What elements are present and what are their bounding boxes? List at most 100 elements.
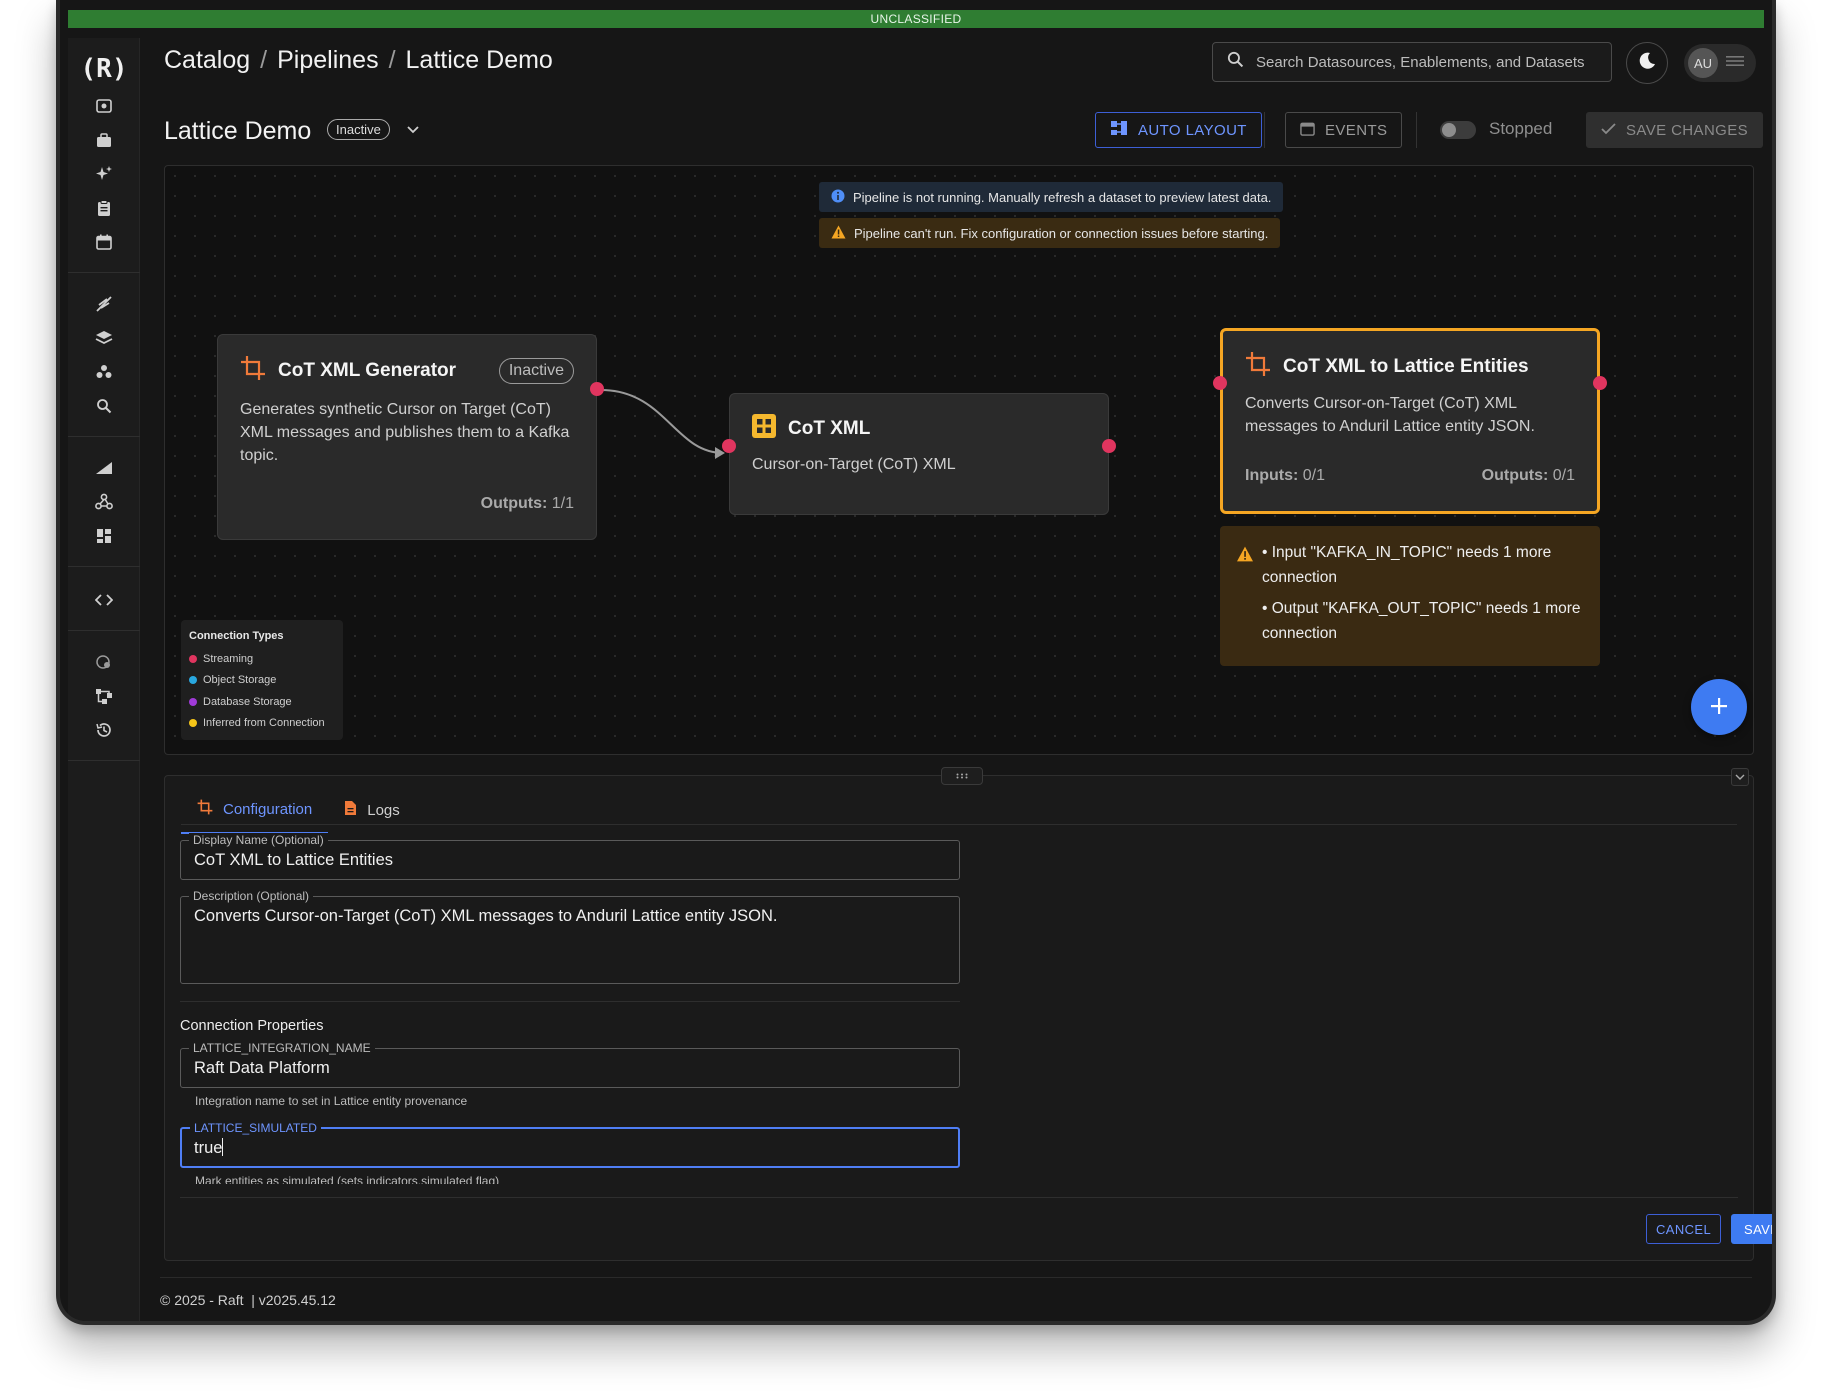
node-description: Cursor-on-Target (CoT) XML	[752, 456, 956, 473]
description-field[interactable]: Description (Optional) Converts Cursor-o…	[180, 889, 960, 984]
form-actions-divider	[180, 1197, 1738, 1198]
lattice-simulated-field[interactable]: LATTICE_SIMULATED true	[180, 1121, 960, 1168]
add-node-button[interactable]	[1691, 679, 1747, 735]
breadcrumb-separator: /	[388, 46, 396, 74]
field-value-wrapper[interactable]: true	[194, 1138, 224, 1158]
field-value: true	[194, 1139, 223, 1157]
document-icon	[344, 800, 357, 820]
node-outputs: Outputs: 0/1	[1482, 467, 1575, 485]
input-port[interactable]	[1213, 376, 1227, 390]
plus-icon	[1709, 690, 1729, 724]
hint-clip: Mark entities as simulated (sets indicat…	[180, 1172, 960, 1184]
auto-layout-button[interactable]: AUTO LAYOUT	[1095, 112, 1262, 148]
events-button[interactable]: EVENTS	[1285, 112, 1403, 148]
pipeline-run-toggle[interactable]	[1440, 121, 1476, 139]
app-window: UNCLASSIFIED (R) Catalog / Pipelines / L…	[56, 0, 1776, 1325]
sidebar-divider	[68, 436, 140, 437]
users-icon[interactable]	[92, 360, 116, 384]
node-cot-xml-dataset[interactable]: CoT XML Cursor-on-Target (CoT) XML	[722, 393, 1116, 515]
briefcase-icon[interactable]	[92, 128, 116, 152]
field-value[interactable]: Raft Data Platform	[194, 1059, 330, 1078]
app-logo[interactable]: (R)	[68, 54, 140, 84]
save-changes-button[interactable]: SAVE CHANGES	[1586, 112, 1764, 148]
output-port[interactable]	[590, 382, 604, 396]
clipboard-icon[interactable]	[92, 196, 116, 220]
pipeline-canvas[interactable]: Pipeline is not running. Manually refres…	[164, 165, 1754, 755]
warning-item: • Input "KAFKA_IN_TOPIC" needs 1 more co…	[1262, 544, 1552, 586]
calendar-icon	[1300, 121, 1315, 140]
sidebar-divider	[68, 566, 140, 567]
tabs-divider	[181, 824, 1737, 825]
save-changes-label: SAVE CHANGES	[1626, 121, 1749, 139]
menu-icon	[1726, 54, 1744, 72]
code-icon[interactable]	[92, 588, 116, 612]
warning-item: • Output "KAFKA_OUT_TOPIC" needs 1 more …	[1262, 600, 1581, 642]
auto-layout-label: AUTO LAYOUT	[1138, 121, 1247, 139]
tab-label: Configuration	[223, 800, 313, 818]
layers-icon[interactable]	[92, 326, 116, 350]
signal-icon[interactable]	[92, 456, 116, 480]
sidebar-divider	[68, 760, 140, 761]
display-name-field[interactable]: Display Name (Optional) CoT XML to Latti…	[180, 833, 960, 880]
form-divider	[180, 1001, 960, 1002]
legend-label: Object Storage	[203, 674, 277, 687]
breadcrumb-pipelines[interactable]: Pipelines	[277, 46, 378, 75]
output-port[interactable]	[1102, 439, 1116, 453]
toolbar-divider	[1264, 112, 1265, 148]
node-cot-xml-to-lattice[interactable]: CoT XML to Lattice Entities Converts Cur…	[1213, 328, 1607, 514]
collapse-panel-button[interactable]	[1731, 768, 1749, 786]
node-outputs: Outputs: 1/1	[481, 495, 574, 513]
legend-label: Streaming	[203, 652, 254, 665]
text-caret	[222, 1138, 224, 1156]
toolbar-divider	[1416, 112, 1417, 148]
user-menu[interactable]: AU	[1684, 44, 1756, 82]
field-hint: Integration name to set in Lattice entit…	[195, 1094, 468, 1108]
sparkles-icon[interactable]	[92, 162, 116, 186]
grid-icon[interactable]	[92, 524, 116, 548]
feather-icon[interactable]	[92, 292, 116, 316]
field-label: Description (Optional)	[189, 889, 314, 903]
inputs-value: 0/1	[1302, 467, 1326, 484]
crop-transform-icon	[240, 355, 266, 386]
footer-text: © 2025 - Raft | v2025.45.12	[160, 1292, 336, 1308]
input-port[interactable]	[722, 439, 736, 453]
webhook-icon[interactable]	[92, 490, 116, 514]
inputs-label: Inputs:	[1245, 467, 1299, 484]
outputs-value: 1/1	[551, 495, 574, 512]
cancel-button[interactable]: CANCEL	[1646, 1214, 1722, 1244]
search-icon[interactable]	[92, 394, 116, 418]
node-warning-box: • Input "KAFKA_IN_TOPIC" needs 1 more co…	[1220, 526, 1600, 666]
tab-configuration[interactable]: Configuration	[181, 786, 329, 834]
resize-handle[interactable]	[941, 767, 983, 785]
global-search[interactable]	[1212, 42, 1612, 82]
output-port[interactable]	[1593, 376, 1607, 390]
shield-icon[interactable]	[92, 650, 116, 674]
node-cot-xml-generator[interactable]: CoT XML Generator Inactive Generates syn…	[217, 334, 604, 540]
field-value[interactable]: CoT XML to Lattice Entities	[194, 851, 393, 870]
field-value[interactable]: Converts Cursor-on-Target (CoT) XML mess…	[194, 907, 778, 926]
auto-layout-icon	[1110, 119, 1128, 141]
history-icon[interactable]	[92, 718, 116, 742]
legend-dot	[189, 654, 197, 663]
save-button[interactable]: SAVE	[1731, 1214, 1772, 1244]
warning-icon	[1236, 545, 1254, 570]
tab-label: Logs	[367, 801, 400, 819]
legend-dot	[189, 676, 197, 685]
hierarchy-icon[interactable]	[92, 684, 116, 708]
calendar-icon[interactable]	[92, 230, 116, 254]
breadcrumb-catalog[interactable]: Catalog	[164, 46, 250, 75]
theme-toggle-button[interactable]	[1626, 42, 1668, 84]
avatar: AU	[1688, 48, 1718, 78]
legend-item: Streaming	[189, 648, 335, 670]
tab-logs[interactable]: Logs	[328, 786, 416, 834]
breadcrumb-current: Lattice Demo	[405, 46, 553, 74]
node-title: CoT XML to Lattice Entities	[1283, 355, 1529, 377]
chevron-down-icon[interactable]	[406, 122, 420, 140]
search-input[interactable]	[1256, 53, 1596, 71]
dashboard-icon[interactable]	[92, 94, 116, 118]
moon-icon	[1637, 51, 1657, 76]
legend-item: Object Storage	[189, 670, 335, 692]
legend-label: Database Storage	[203, 695, 292, 708]
sidebar-divider	[68, 272, 140, 273]
lattice-integration-name-field[interactable]: LATTICE_INTEGRATION_NAME Raft Data Platf…	[180, 1041, 960, 1088]
